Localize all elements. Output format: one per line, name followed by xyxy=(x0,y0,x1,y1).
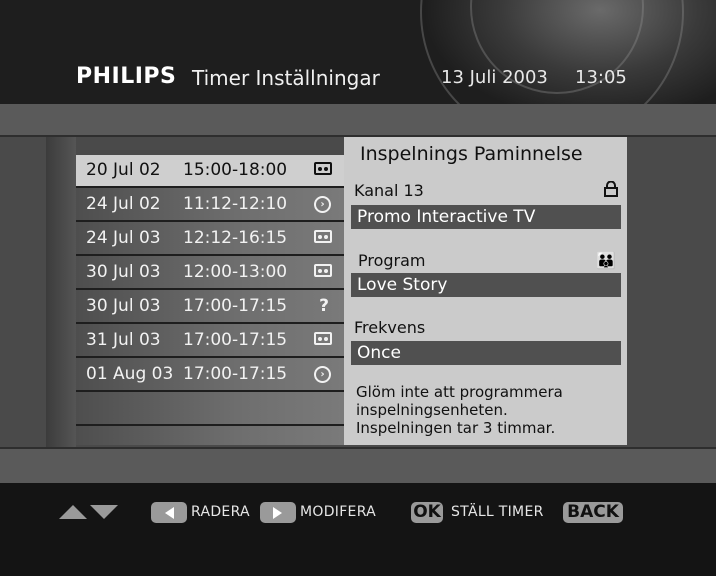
set-timer-label: STÄLL TIMER xyxy=(451,504,544,520)
arrow-left-icon xyxy=(165,507,174,519)
timer-date: 01 Aug 03 xyxy=(86,364,174,384)
detail-panel: Inspelnings Paminnelse Kanal 13 Promo In… xyxy=(344,137,627,445)
timer-date: 30 Jul 03 xyxy=(86,296,161,316)
timer-date: 24 Jul 03 xyxy=(86,228,161,248)
timer-date: 20 Jul 02 xyxy=(86,160,161,180)
modify-label: MODIFERA xyxy=(300,504,377,520)
timer-time: 12:12-16:15 xyxy=(183,228,288,248)
frequency-label: Frekvens xyxy=(354,318,426,337)
frequency-field[interactable]: Once xyxy=(351,341,621,365)
timer-row[interactable]: 24 Jul 03 12:12-16:15 xyxy=(76,223,344,256)
timer-time: 17:00-17:15 xyxy=(183,364,288,384)
timer-row[interactable]: 30 Jul 03 17:00-17:15 ? xyxy=(76,291,344,324)
arrow-down-icon[interactable] xyxy=(90,505,118,519)
detail-title: Inspelnings Paminnelse xyxy=(360,143,583,165)
header: PHILIPS Timer Inställningar 13 Juli 2003… xyxy=(0,0,716,104)
timer-time: 11:12-12:10 xyxy=(183,194,288,214)
bottom-divider-band xyxy=(0,447,716,485)
arrow-up-icon[interactable] xyxy=(59,505,87,519)
left-key-button[interactable] xyxy=(151,502,187,523)
channel-label: Kanal 13 xyxy=(354,181,424,200)
vcr-icon xyxy=(314,264,332,277)
timer-time: 17:00-17:15 xyxy=(183,296,288,316)
vcr-icon xyxy=(314,332,332,345)
program-label: Program xyxy=(358,251,426,270)
footer xyxy=(0,483,716,576)
timer-time: 17:00-17:15 xyxy=(183,330,288,350)
timer-time: 15:00-18:00 xyxy=(183,160,288,180)
timer-row-empty[interactable] xyxy=(76,393,344,426)
current-time: 13:05 xyxy=(575,67,627,88)
reminder-icon: › xyxy=(314,196,331,213)
back-button[interactable]: BACK xyxy=(563,502,623,523)
timer-date: 30 Jul 03 xyxy=(86,262,161,282)
right-key-button[interactable] xyxy=(260,502,296,523)
delete-label: RADERA xyxy=(191,504,250,520)
ok-button[interactable]: OK xyxy=(411,502,443,523)
timer-list: 20 Jul 02 15:00-18:00 24 Jul 02 11:12-12… xyxy=(76,155,344,445)
timer-date: 24 Jul 02 xyxy=(86,194,161,214)
reminder-note: Glöm inte att programmera inspelningsenh… xyxy=(356,383,563,437)
vcr-icon xyxy=(314,230,332,243)
timer-row[interactable]: 01 Aug 03 17:00-17:15 › xyxy=(76,359,344,392)
vcr-icon xyxy=(314,162,332,175)
timer-time: 12:00-13:00 xyxy=(183,262,288,282)
brand-logo: PHILIPS xyxy=(76,64,177,89)
timer-date: 31 Jul 03 xyxy=(86,330,161,350)
page-title: Timer Inställningar xyxy=(192,66,380,90)
program-field[interactable]: Love Story xyxy=(351,273,621,297)
channel-field[interactable]: Promo Interactive TV xyxy=(351,205,621,229)
arrow-right-icon xyxy=(273,507,282,519)
parental-icon: 👪 xyxy=(596,251,616,270)
top-divider-band xyxy=(0,104,716,137)
timer-row[interactable]: 31 Jul 03 17:00-17:15 xyxy=(76,325,344,358)
timer-row[interactable]: 30 Jul 03 12:00-13:00 xyxy=(76,257,344,290)
timer-row[interactable]: 24 Jul 02 11:12-12:10 › xyxy=(76,189,344,222)
question-icon: ? xyxy=(319,296,329,316)
lock-icon xyxy=(604,181,618,197)
timer-row[interactable]: 20 Jul 02 15:00-18:00 xyxy=(76,155,344,188)
current-date: 13 Juli 2003 xyxy=(441,67,548,88)
reminder-icon: › xyxy=(314,366,331,383)
